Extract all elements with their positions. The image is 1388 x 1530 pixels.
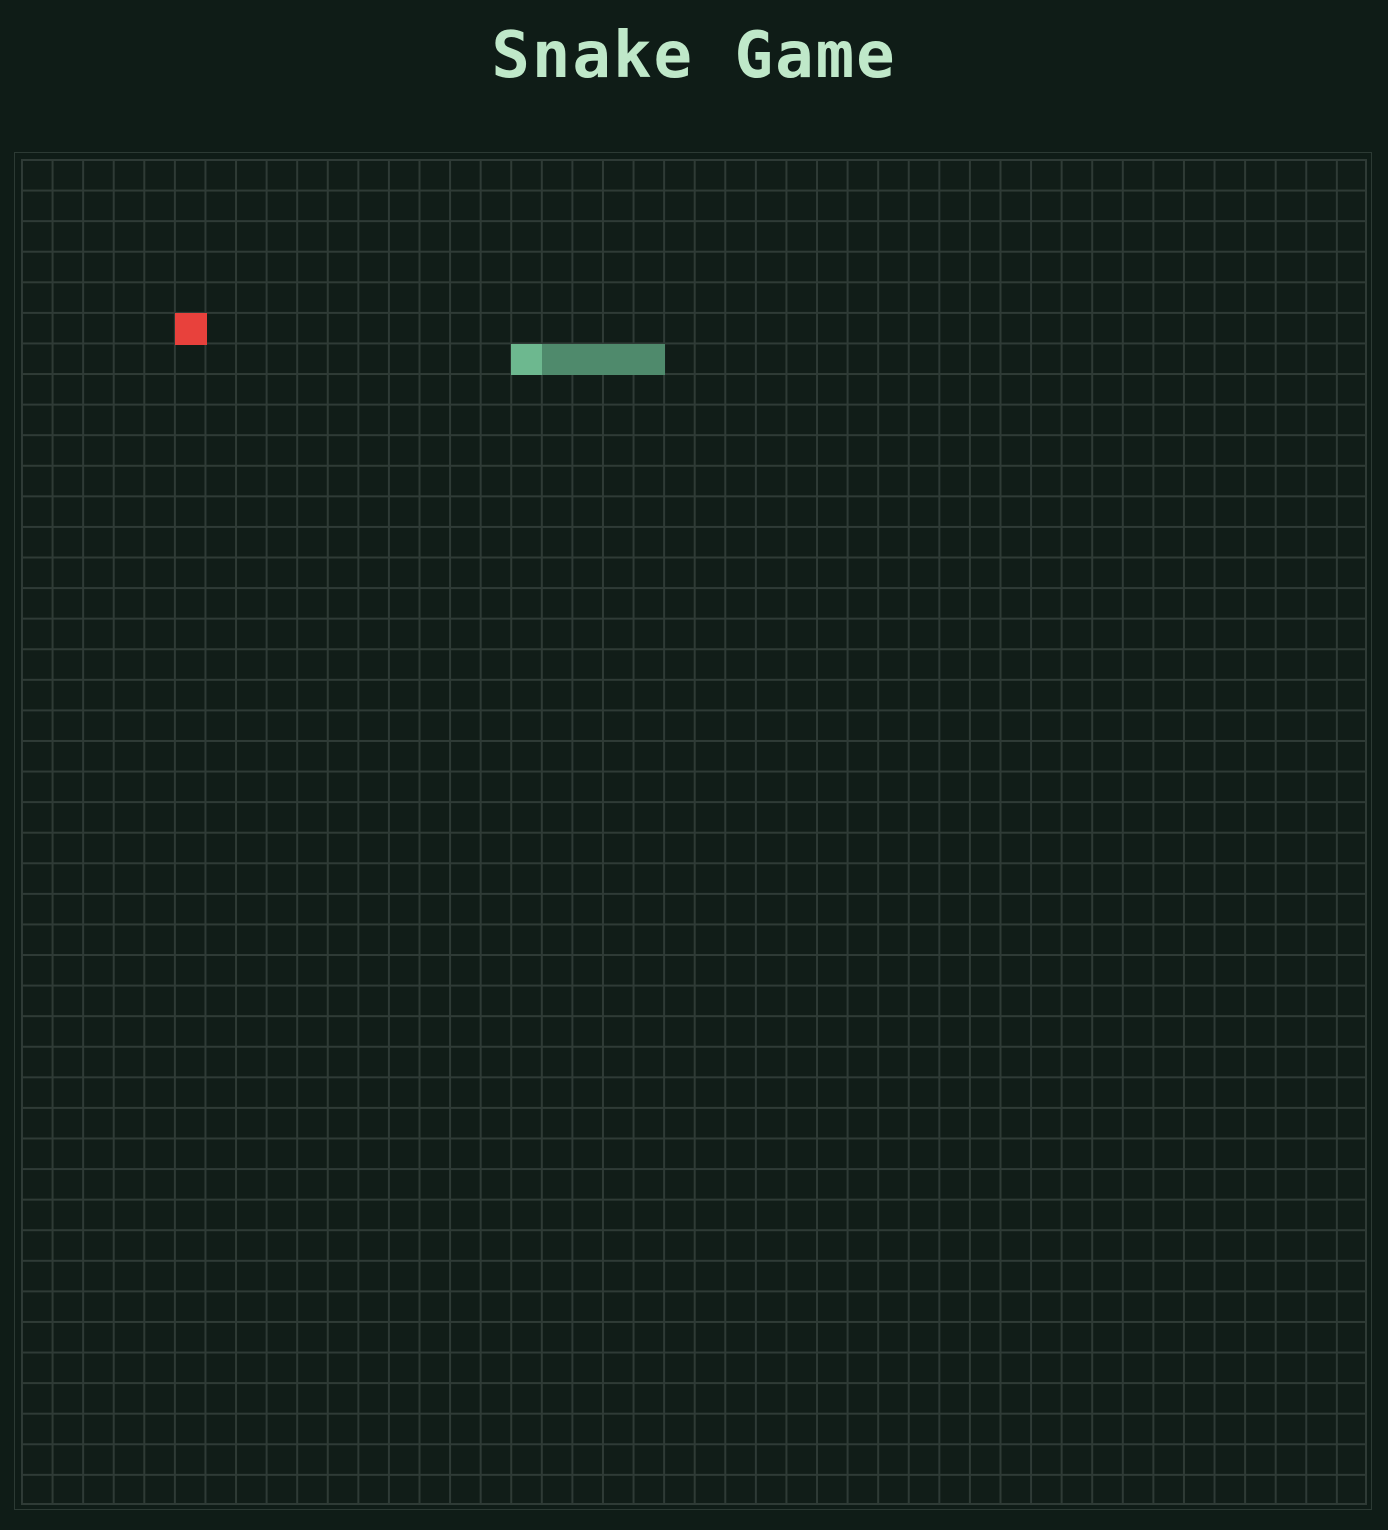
page-title: Snake Game xyxy=(491,19,897,93)
snake-segment xyxy=(603,343,635,376)
game-board[interactable] xyxy=(21,159,1367,1505)
snake-segment xyxy=(633,343,666,376)
snake-head xyxy=(511,343,544,376)
snake-segment xyxy=(572,343,605,376)
food-pellet xyxy=(174,312,207,345)
game-window: Snake Game xyxy=(0,0,1388,1530)
snake-segment xyxy=(542,343,574,376)
